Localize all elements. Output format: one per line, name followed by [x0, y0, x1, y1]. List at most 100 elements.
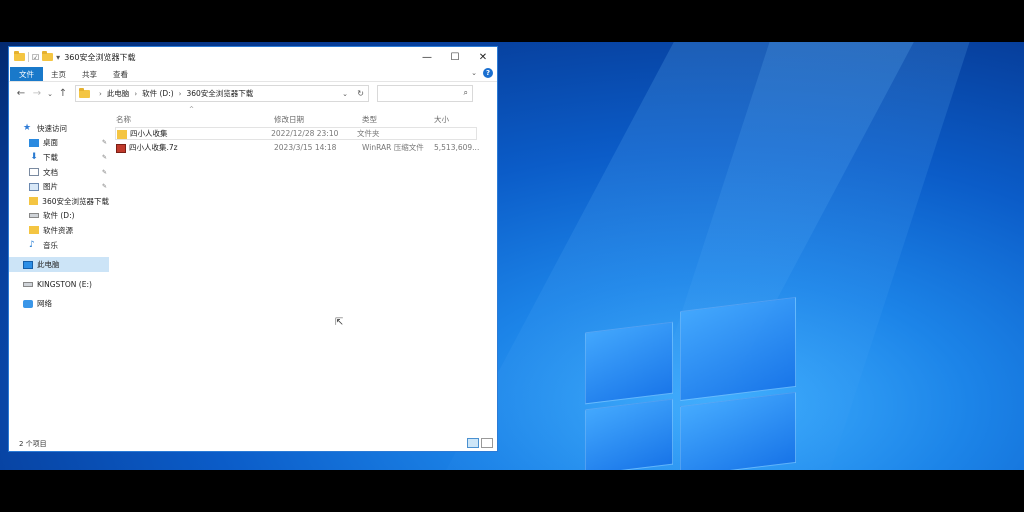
separator: [28, 52, 29, 62]
folder-icon: [29, 226, 39, 235]
navigation-bar: ← → ⌄ ↑ › 此电脑 › 软件 (D:) › 360安全浏览器下载 ⌄ ↻…: [9, 81, 497, 105]
sidebar-item-label: 软件 (D:): [43, 211, 75, 221]
chevron-right-icon[interactable]: ›: [99, 90, 102, 98]
windows-logo-pane: [680, 391, 796, 470]
explorer-body: ★ 快速访问 桌面 ✎ ⬇ 下载 ✎ 文档 ✎ 图片 ✎ 360安全浏览器下载 …: [9, 106, 497, 437]
sidebar-item-software[interactable]: 软件资源: [9, 223, 109, 238]
sidebar-item-360-download[interactable]: 360安全浏览器下载: [9, 194, 109, 209]
column-name[interactable]: 名称: [116, 114, 274, 125]
sidebar-item-kingston[interactable]: KINGSTON (E:): [9, 277, 109, 292]
view-toggle: [467, 438, 493, 448]
column-type[interactable]: 类型: [362, 114, 434, 125]
window-controls: — ☐ ✕: [413, 47, 497, 67]
expand-ribbon-icon[interactable]: ⌄: [471, 69, 477, 77]
recent-locations-icon[interactable]: ⌄: [45, 90, 55, 98]
sidebar-item-downloads[interactable]: ⬇ 下载 ✎: [9, 150, 109, 165]
star-icon: ★: [23, 122, 32, 133]
pin-icon: ✎: [101, 183, 107, 191]
file-date: 2023/3/15 14:18: [274, 143, 337, 152]
chevron-down-icon[interactable]: ⌄: [342, 90, 348, 98]
tab-home[interactable]: 主页: [43, 67, 74, 81]
sidebar-item-this-pc[interactable]: 此电脑: [9, 257, 109, 272]
close-button[interactable]: ✕: [469, 47, 497, 67]
file-name-cell: 四小人收集: [117, 128, 271, 139]
archive-icon: [116, 143, 126, 153]
large-icons-view-icon[interactable]: [481, 438, 493, 448]
ribbon-right: ⌄ ?: [471, 68, 493, 78]
sidebar-item-network[interactable]: 网络: [9, 297, 109, 312]
sidebar-item-label: 图片: [43, 182, 58, 192]
title-bar[interactable]: ☑ ▾ 360安全浏览器下载 — ☐ ✕: [9, 47, 497, 67]
file-name-cell: 四小人收集.7z: [116, 142, 274, 153]
desktop-icon: [29, 138, 39, 147]
sidebar-item-drive-d[interactable]: 软件 (D:): [9, 209, 109, 224]
details-view-icon[interactable]: [467, 438, 479, 448]
document-icon: [29, 168, 39, 177]
sidebar-item-label: KINGSTON (E:): [37, 279, 92, 289]
drive-icon: [29, 213, 39, 219]
properties-icon[interactable]: ☑: [32, 53, 39, 62]
file-type: 文件夹: [356, 129, 380, 138]
sidebar-item-label: 网络: [37, 299, 52, 309]
sidebar-item-label: 360安全浏览器下载: [42, 196, 109, 206]
sidebar-item-label: 桌面: [43, 138, 58, 148]
minimize-button[interactable]: —: [413, 47, 441, 67]
column-date[interactable]: 修改日期: [274, 114, 362, 125]
address-bar[interactable]: › 此电脑 › 软件 (D:) › 360安全浏览器下载 ⌄ ↻: [75, 85, 369, 102]
breadcrumb-this-pc[interactable]: 此电脑: [107, 88, 130, 99]
maximize-button[interactable]: ☐: [441, 47, 469, 67]
sidebar-item-label: 文档: [43, 167, 58, 177]
sidebar-item-label: 音乐: [43, 240, 58, 250]
file-name: 四小人收集.7z: [129, 143, 178, 152]
file-size: 5,513,609...: [434, 143, 480, 152]
breadcrumb-drive[interactable]: 软件 (D:): [142, 88, 174, 99]
search-input[interactable]: ⌕: [377, 85, 473, 102]
windows-logo-pane: [585, 398, 673, 470]
window-title: 360安全浏览器下载: [64, 52, 136, 62]
table-row[interactable]: 四小人收集 2022/12/28 23:10 文件夹: [115, 127, 477, 140]
breadcrumb-folder[interactable]: 360安全浏览器下载: [186, 88, 253, 99]
pin-icon: ✎: [101, 153, 107, 161]
sidebar-item-music[interactable]: ♪ 音乐: [9, 238, 109, 253]
ribbon-tabs: 文件 主页 共享 查看 ⌄ ?: [9, 67, 497, 81]
computer-icon: [23, 260, 33, 269]
quick-access-toolbar: ☑ ▾: [9, 51, 60, 62]
sidebar-item-desktop[interactable]: 桌面 ✎: [9, 136, 109, 151]
chevron-right-icon[interactable]: ›: [179, 90, 182, 98]
customize-toolbar-icon[interactable]: ▾: [56, 53, 60, 62]
table-row[interactable]: 四小人收集.7z 2023/3/15 14:18 WinRAR 压缩文件 5,5…: [109, 141, 497, 154]
column-size[interactable]: 大小: [434, 114, 484, 125]
tab-file[interactable]: 文件: [10, 67, 43, 81]
sidebar-item-pictures[interactable]: 图片 ✎: [9, 179, 109, 194]
up-icon[interactable]: ↑: [55, 88, 71, 99]
help-icon[interactable]: ?: [483, 68, 493, 78]
usb-drive-icon: [23, 281, 33, 287]
file-list: ^ 名称 修改日期 类型 大小 四小人收集 2022/12/28 23:10 文…: [109, 106, 497, 437]
forward-icon[interactable]: →: [29, 88, 45, 99]
folder-icon: [29, 197, 39, 206]
mouse-cursor-icon: ⇱: [335, 317, 344, 328]
file-name: 四小人收集: [130, 129, 168, 138]
tab-share[interactable]: 共享: [74, 67, 105, 81]
refresh-icon[interactable]: ↻: [357, 89, 364, 98]
folder-icon: [79, 87, 90, 98]
network-icon: [23, 299, 33, 308]
sidebar-item-documents[interactable]: 文档 ✎: [9, 165, 109, 180]
sidebar-item-label: 下载: [43, 152, 58, 162]
pictures-icon: [29, 182, 39, 191]
screen: ☑ ▾ 360安全浏览器下载 — ☐ ✕ 文件 主页 共享 查看 ⌄ ? ← →: [0, 0, 1024, 512]
sidebar-item-label: 快速访问: [37, 123, 67, 133]
pin-icon: ✎: [101, 139, 107, 147]
file-type: WinRAR 压缩文件: [362, 143, 424, 152]
tab-view[interactable]: 查看: [105, 67, 136, 81]
sidebar-item-quick-access[interactable]: ★ 快速访问: [9, 121, 109, 136]
new-folder-icon[interactable]: [42, 51, 54, 61]
folder-icon: [117, 129, 127, 139]
search-icon: ⌕: [463, 88, 468, 97]
chevron-right-icon[interactable]: ›: [134, 90, 137, 98]
navigation-pane: ★ 快速访问 桌面 ✎ ⬇ 下载 ✎ 文档 ✎ 图片 ✎ 360安全浏览器下载 …: [9, 107, 109, 437]
sidebar-item-label: 软件资源: [43, 225, 73, 235]
windows-logo-pane: [585, 321, 673, 405]
back-icon[interactable]: ←: [13, 88, 29, 99]
status-bar: 2 个项目: [9, 437, 497, 451]
